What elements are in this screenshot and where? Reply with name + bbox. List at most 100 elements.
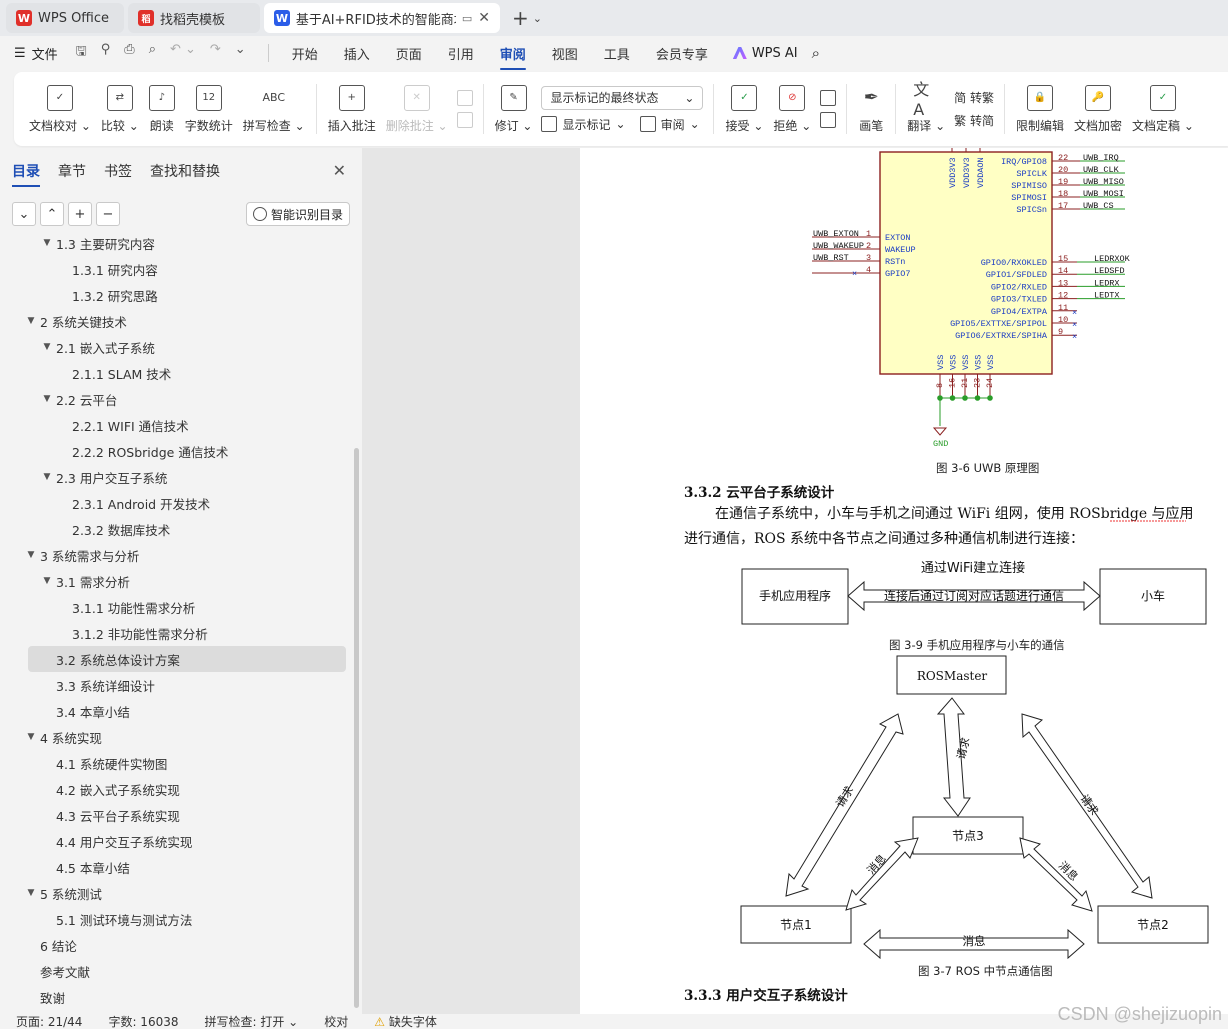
finalize-button[interactable]: ✓ 文档定稿 ⌄ <box>1127 79 1199 139</box>
prev-comment-button[interactable] <box>456 90 473 106</box>
toc-item[interactable]: 2.2.1 WIFI 通信技术 <box>0 412 350 438</box>
caret-down-icon[interactable]: ▼ <box>24 550 38 560</box>
smart-toc-button[interactable]: 智能识别目录 <box>245 202 350 226</box>
accept-button[interactable]: ✓ 接受 ⌄ <box>720 79 768 139</box>
toc-item[interactable]: 3.2 系统总体设计方案 <box>28 646 346 672</box>
new-tab-icon[interactable]: + <box>512 6 529 30</box>
menu-page[interactable]: 页面 <box>396 44 422 63</box>
toc-item[interactable]: 4.2 嵌入式子系统实现 <box>0 776 350 802</box>
insert-comment-button[interactable]: + 插入批注 <box>323 79 381 139</box>
next-comment-button[interactable] <box>456 112 473 128</box>
menu-review[interactable]: 审阅 <box>499 44 526 70</box>
spell-check-button[interactable]: ABC 拼写检查 ⌄ <box>238 79 310 139</box>
caret-down-icon[interactable]: ▼ <box>40 394 54 404</box>
menu-insert[interactable]: 插入 <box>344 44 370 63</box>
toc-item[interactable]: 4.5 本章小结 <box>0 854 350 880</box>
missing-font-indicator[interactable]: ⚠ 缺失字体 <box>374 1014 437 1029</box>
print-preview-icon[interactable]: ⌕ <box>149 42 156 64</box>
toc-item[interactable]: 6 结论 <box>0 932 350 958</box>
pen-button[interactable]: ✒ 画笔 <box>853 79 889 139</box>
caret-down-icon[interactable]: ▼ <box>24 316 38 326</box>
toc-item[interactable]: 4.3 云平台子系统实现 <box>0 802 350 828</box>
toc-item[interactable]: 致谢 <box>0 984 350 1005</box>
prev-change-button[interactable] <box>820 90 837 106</box>
more-icon[interactable]: ⌄ <box>235 42 246 64</box>
toc-scrollbar[interactable] <box>354 448 359 1008</box>
spell-check-indicator[interactable]: 拼写检查: 打开 ⌄ <box>205 1014 299 1029</box>
caret-down-icon[interactable]: ▼ <box>40 576 54 586</box>
menu-tools[interactable]: 工具 <box>604 44 630 63</box>
toc-item[interactable]: 4.4 用户交互子系统实现 <box>0 828 350 854</box>
tab-find-replace[interactable]: 查找和替换 <box>150 161 220 181</box>
caret-down-icon[interactable]: ▼ <box>40 342 54 352</box>
toc-item[interactable]: ▼ 1.3 主要研究内容 <box>0 230 350 256</box>
toc-item[interactable]: 2.3.1 Android 开发技术 <box>0 490 350 516</box>
word-count-indicator[interactable]: 字数: 16038 <box>108 1014 178 1029</box>
page-indicator[interactable]: 页面: 21/44 <box>16 1014 82 1029</box>
save-icon[interactable]: 🖫 <box>76 42 87 64</box>
caret-down-icon[interactable]: ▼ <box>40 238 54 248</box>
toc-item[interactable]: 3.1.2 非功能性需求分析 <box>0 620 350 646</box>
toc-item[interactable]: ▼ 2.1 嵌入式子系统 <box>0 334 350 360</box>
toc-item[interactable]: 2.2.2 ROSbridge 通信技术 <box>0 438 350 464</box>
track-changes-button[interactable]: ✎ 修订 ⌄ <box>490 79 538 139</box>
toc-item[interactable]: ▼ 4 系统实现 <box>0 724 350 750</box>
menu-member[interactable]: 会员专享 <box>656 44 708 63</box>
toc-item[interactable]: 2.3.2 数据库技术 <box>0 516 350 542</box>
toc-item[interactable]: 3.3 系统详细设计 <box>0 672 350 698</box>
next-change-button[interactable] <box>820 112 837 128</box>
menu-home[interactable]: 开始 <box>292 44 318 63</box>
read-aloud-button[interactable]: ♪ 朗读 <box>144 79 180 139</box>
wps-ai-button[interactable]: WPS AI <box>732 46 798 61</box>
caret-down-icon[interactable]: ▼ <box>24 888 38 898</box>
print-icon[interactable]: ⎙ <box>124 42 134 64</box>
toc-item[interactable]: ▼ 5 系统测试 <box>0 880 350 906</box>
reject-button[interactable]: ⊘ 拒绝 ⌄ <box>768 79 816 139</box>
close-icon[interactable]: ✕ <box>333 161 346 180</box>
collapse-up-icon[interactable]: ⌃ <box>40 202 64 226</box>
proofread-indicator[interactable]: 校对 <box>324 1014 348 1029</box>
encrypt-button[interactable]: 🔑 文档加密 <box>1069 79 1127 139</box>
toc-item[interactable]: 5.1 测试环境与测试方法 <box>0 906 350 932</box>
review-pane-button[interactable]: 审阅 ⌄ <box>639 116 700 133</box>
tab-toc[interactable]: 目录 <box>12 161 40 187</box>
redo-icon[interactable]: ↷ <box>210 42 221 64</box>
toc-item[interactable]: 3.1.1 功能性需求分析 <box>0 594 350 620</box>
toc-item[interactable]: ▼ 3.1 需求分析 <box>0 568 350 594</box>
caret-down-icon[interactable]: ▼ <box>24 732 38 742</box>
tab-templates[interactable]: 稻 找稻壳模板 <box>128 3 260 33</box>
delete-comment-button[interactable]: ✕ 删除批注 ⌄ <box>381 79 453 139</box>
compare-button[interactable]: ⇄ 比较 ⌄ <box>96 79 144 139</box>
toc-item[interactable]: ▼ 2.3 用户交互子系统 <box>0 464 350 490</box>
toc-item[interactable]: 3.4 本章小结 <box>0 698 350 724</box>
expand-down-icon[interactable]: ⌄ <box>12 202 36 226</box>
to-simplified-button[interactable]: 繁 转简 <box>954 112 994 129</box>
remove-heading-icon[interactable]: − <box>96 202 120 226</box>
show-markup-button[interactable]: 显示标记 ⌄ <box>541 116 626 133</box>
document-page[interactable]: VDD3V3 VDD3V3 VDDAON IRQ/GPIO8 22 UWB_IRQ SPIC… <box>580 148 1228 1014</box>
markup-mode-select[interactable]: 显示标记的最终状态 ⌄ <box>541 85 704 110</box>
toc-item[interactable]: 2.1.1 SLAM 技术 <box>0 360 350 386</box>
tab-wps-office[interactable]: W WPS Office <box>6 3 124 33</box>
monitor-icon[interactable]: ▭ <box>462 12 472 25</box>
toc-item[interactable]: 参考文献 <box>0 958 350 984</box>
close-icon[interactable]: ✕ <box>478 10 490 26</box>
toc-item[interactable]: ▼ 2.2 云平台 <box>0 386 350 412</box>
toc-item[interactable]: 4.1 系统硬件实物图 <box>0 750 350 776</box>
menu-view[interactable]: 视图 <box>552 44 578 63</box>
toc-item[interactable]: 1.3.1 研究内容 <box>0 256 350 282</box>
toc-item[interactable]: 1.3.2 研究思路 <box>0 282 350 308</box>
caret-down-icon[interactable]: ▼ <box>40 472 54 482</box>
add-heading-icon[interactable]: + <box>68 202 92 226</box>
chevron-down-icon[interactable]: ⌄ <box>533 12 542 25</box>
word-count-button[interactable]: 12 字数统计 <box>180 79 238 139</box>
translate-button[interactable]: 文A 翻译 ⌄ <box>902 79 950 139</box>
tab-bookmarks[interactable]: 书签 <box>104 161 132 181</box>
file-menu[interactable]: ☰ 文件 <box>14 44 58 63</box>
format-painter-icon[interactable]: ⚲ <box>101 42 111 64</box>
tab-sections[interactable]: 章节 <box>58 161 86 181</box>
toc-item[interactable]: ▼ 2 系统关键技术 <box>0 308 350 334</box>
menu-references[interactable]: 引用 <box>448 44 474 63</box>
tab-document[interactable]: W 基于AI+RFID技术的智能商场 ▭ ✕ <box>264 3 500 33</box>
to-traditional-button[interactable]: 简 转繁 <box>954 89 994 106</box>
